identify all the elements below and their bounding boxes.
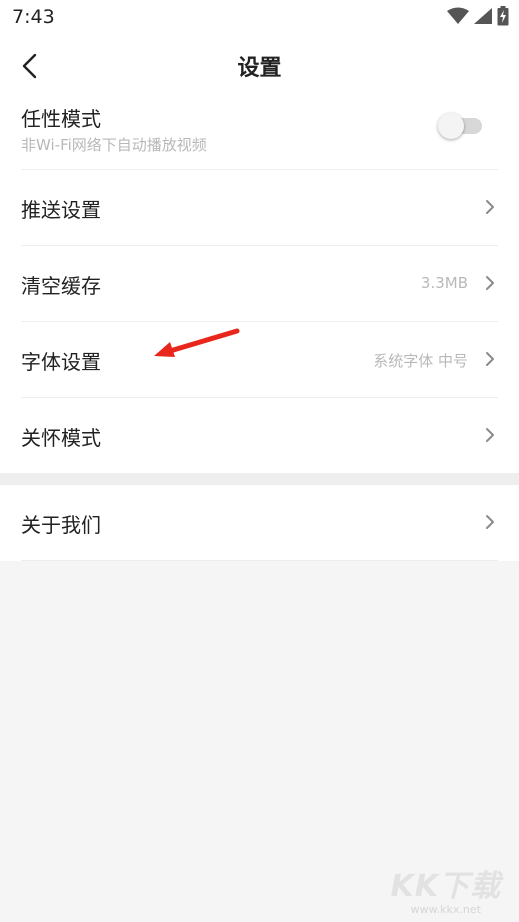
font-settings-row[interactable]: 字体设置 系统字体 中号 xyxy=(21,322,498,398)
app-screen: 7:43 设置 任性模式 非Wi-Fi网络下自动播放视频 推送设置 清空缓存 3… xyxy=(0,0,519,561)
wilful-mode-sublabel: 非Wi-Fi网络下自动播放视频 xyxy=(21,136,207,154)
chevron-right-icon xyxy=(486,515,494,529)
clear-cache-row[interactable]: 清空缓存 3.3MB xyxy=(21,246,498,322)
watermark-logo: KK下载 xyxy=(390,869,501,904)
wifi-icon xyxy=(447,7,469,24)
red-arrow-annotation xyxy=(154,328,240,357)
font-settings-value: 系统字体 中号 xyxy=(373,352,468,370)
font-settings-label: 字体设置 xyxy=(21,350,101,374)
status-time: 7:43 xyxy=(12,6,55,28)
push-settings-row[interactable]: 推送设置 xyxy=(21,170,498,246)
about-group: 关于我们 xyxy=(0,485,519,561)
care-mode-row[interactable]: 关怀模式 xyxy=(21,398,498,473)
settings-list: 任性模式 非Wi-Fi网络下自动播放视频 推送设置 清空缓存 3.3MB 字体设… xyxy=(0,94,519,473)
watermark: KK下载 www.kkx.net xyxy=(391,861,502,916)
wilful-mode-row: 任性模式 非Wi-Fi网络下自动播放视频 xyxy=(21,94,498,170)
signal-icon xyxy=(474,8,492,24)
header: 设置 xyxy=(0,36,519,94)
push-settings-label: 推送设置 xyxy=(21,198,101,222)
page-title: 设置 xyxy=(237,56,282,81)
status-bar: 7:43 xyxy=(0,0,519,36)
wilful-mode-toggle[interactable] xyxy=(438,113,482,139)
battery-charging-icon xyxy=(497,6,509,26)
clear-cache-label: 清空缓存 xyxy=(21,274,101,298)
chevron-right-icon xyxy=(486,276,494,290)
group-divider xyxy=(0,473,519,485)
status-icons xyxy=(447,6,509,26)
toggle-thumb xyxy=(438,113,464,139)
cache-size-value: 3.3MB xyxy=(420,274,468,292)
about-us-label: 关于我们 xyxy=(21,513,101,537)
wilful-mode-label: 任性模式 xyxy=(21,107,101,131)
about-us-row[interactable]: 关于我们 xyxy=(21,485,498,561)
chevron-right-icon xyxy=(486,200,494,214)
chevron-right-icon xyxy=(486,428,494,442)
chevron-right-icon xyxy=(486,352,494,366)
care-mode-label: 关怀模式 xyxy=(21,426,101,450)
